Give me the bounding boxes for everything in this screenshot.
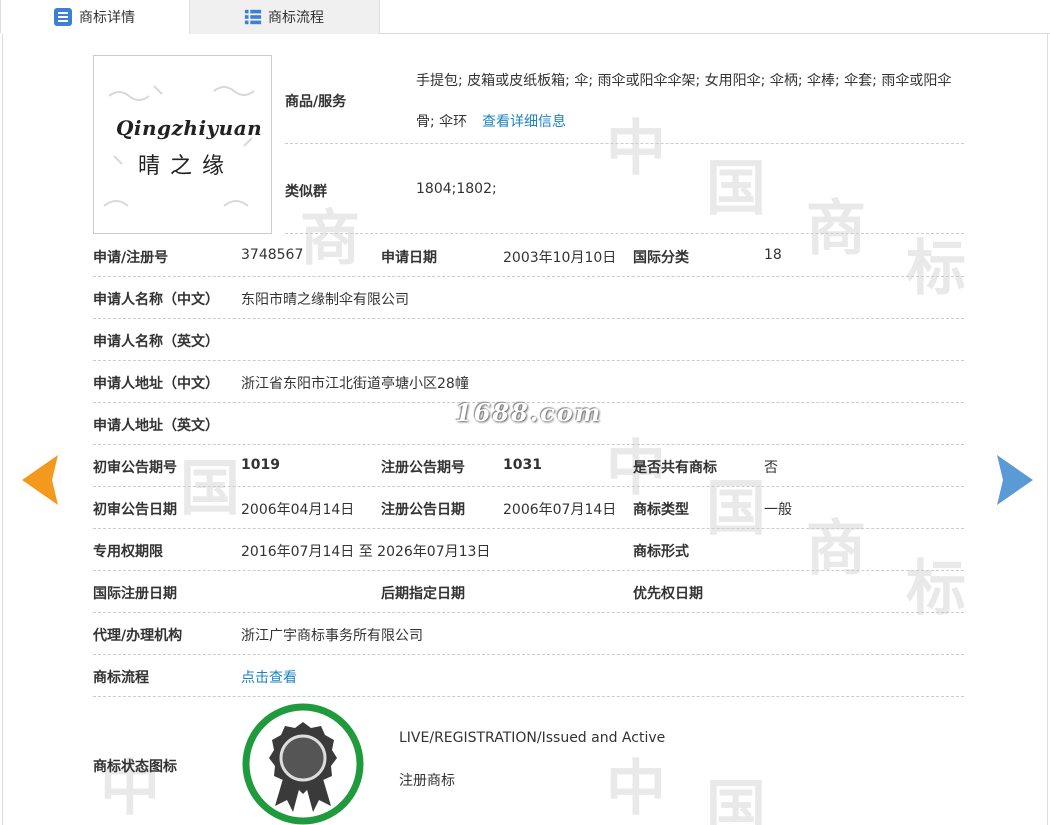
divider (93, 570, 964, 571)
divider (285, 233, 964, 234)
priority-date-label: 优先权日期 (633, 586, 703, 602)
logo-script-text: Qingzhiyuan (116, 116, 263, 140)
tab-trademark-detail[interactable]: 商标详情 (0, 0, 190, 34)
reg-pub-no-value: 1031 (503, 457, 542, 473)
divider (93, 486, 964, 487)
prelim-date-value: 2006年04月14日 (241, 502, 355, 518)
divider (93, 696, 964, 697)
goods-label: 商品/服务 (285, 94, 347, 110)
tab-label: 商标流程 (268, 10, 324, 26)
prev-arrow-icon[interactable] (22, 455, 58, 505)
exclusive-label: 专用权期限 (93, 544, 163, 560)
similar-group-label: 类似群 (285, 184, 327, 200)
logo-background-icon (103, 85, 255, 207)
divider (93, 444, 964, 445)
logo-chinese-text: 晴之缘 (138, 154, 235, 179)
address-en-label: 申请人地址（英文） (93, 418, 219, 434)
address-cn-value: 浙江省东阳市江北街道亭塘小区28幢 (241, 376, 469, 392)
view-flow-link[interactable]: 点击查看 (241, 667, 297, 687)
shared-label: 是否共有商标 (633, 460, 717, 476)
trademark-image: Qingzhiyuan 晴之缘 (93, 55, 272, 234)
registered-badge-icon (242, 703, 364, 825)
apply-date-label: 申请日期 (381, 250, 437, 266)
reg-pub-date-label: 注册公告日期 (381, 502, 465, 518)
intl-reg-date-label: 国际注册日期 (93, 586, 177, 602)
next-arrow-icon[interactable] (997, 455, 1033, 505)
tab-bar: 商标详情 商标流程 (0, 0, 1050, 34)
tab-trademark-flow[interactable]: 商标流程 (190, 0, 380, 34)
address-cn-label: 申请人地址（中文） (93, 376, 219, 392)
agent-label: 代理/办理机构 (93, 628, 183, 644)
tm-type-value: 一般 (764, 502, 792, 518)
goods-line1: 手提包; 皮箱或皮纸板箱; 伞; 雨伞或阳伞伞架; 女用阳伞; 伞柄; 伞棒; … (416, 73, 952, 89)
divider (285, 143, 964, 144)
shared-value: 否 (764, 460, 778, 476)
intl-class-value: 18 (764, 247, 782, 263)
later-date-label: 后期指定日期 (381, 586, 465, 602)
applicant-cn-label: 申请人名称（中文） (93, 292, 219, 308)
view-detail-link[interactable]: 查看详细信息 (482, 111, 566, 131)
agent-value: 浙江广宇商标事务所有限公司 (241, 628, 423, 644)
divider (93, 276, 964, 277)
reg-no-value: 3748567 (241, 247, 304, 263)
prelim-no-label: 初审公告期号 (93, 460, 177, 476)
status-cn-value: 注册商标 (399, 773, 455, 789)
flow-label: 商标流程 (93, 670, 149, 686)
tab-label: 商标详情 (79, 9, 135, 26)
divider (93, 528, 964, 529)
divider (93, 612, 964, 613)
divider (93, 654, 964, 655)
reg-pub-date-value: 2006年07月14日 (503, 502, 617, 518)
prelim-no-value: 1019 (241, 457, 280, 473)
exclusive-value: 2016年07月14日 至 2026年07月13日 (241, 544, 491, 560)
tm-type-label: 商标类型 (633, 502, 689, 518)
divider (93, 318, 964, 319)
applicant-cn-value: 东阳市晴之缘制伞有限公司 (241, 292, 409, 308)
reg-no-label: 申请/注册号 (93, 250, 169, 266)
similar-group-value: 1804;1802; (416, 181, 497, 197)
apply-date-value: 2003年10月10日 (503, 250, 617, 266)
site-watermark: 1688.com (455, 398, 603, 427)
intl-class-label: 国际分类 (633, 250, 689, 266)
divider (93, 360, 964, 361)
status-label: 商标状态图标 (93, 759, 177, 775)
prelim-date-label: 初审公告日期 (93, 502, 177, 518)
goods-line2: 骨; 伞环 (416, 114, 468, 130)
reg-pub-no-label: 注册公告期号 (381, 460, 465, 476)
grid-list-icon (244, 9, 262, 25)
list-doc-icon (54, 7, 72, 26)
applicant-en-label: 申请人名称（英文） (93, 334, 219, 350)
tm-form-label: 商标形式 (633, 544, 689, 560)
status-en-value: LIVE/REGISTRATION/Issued and Active (399, 730, 666, 746)
